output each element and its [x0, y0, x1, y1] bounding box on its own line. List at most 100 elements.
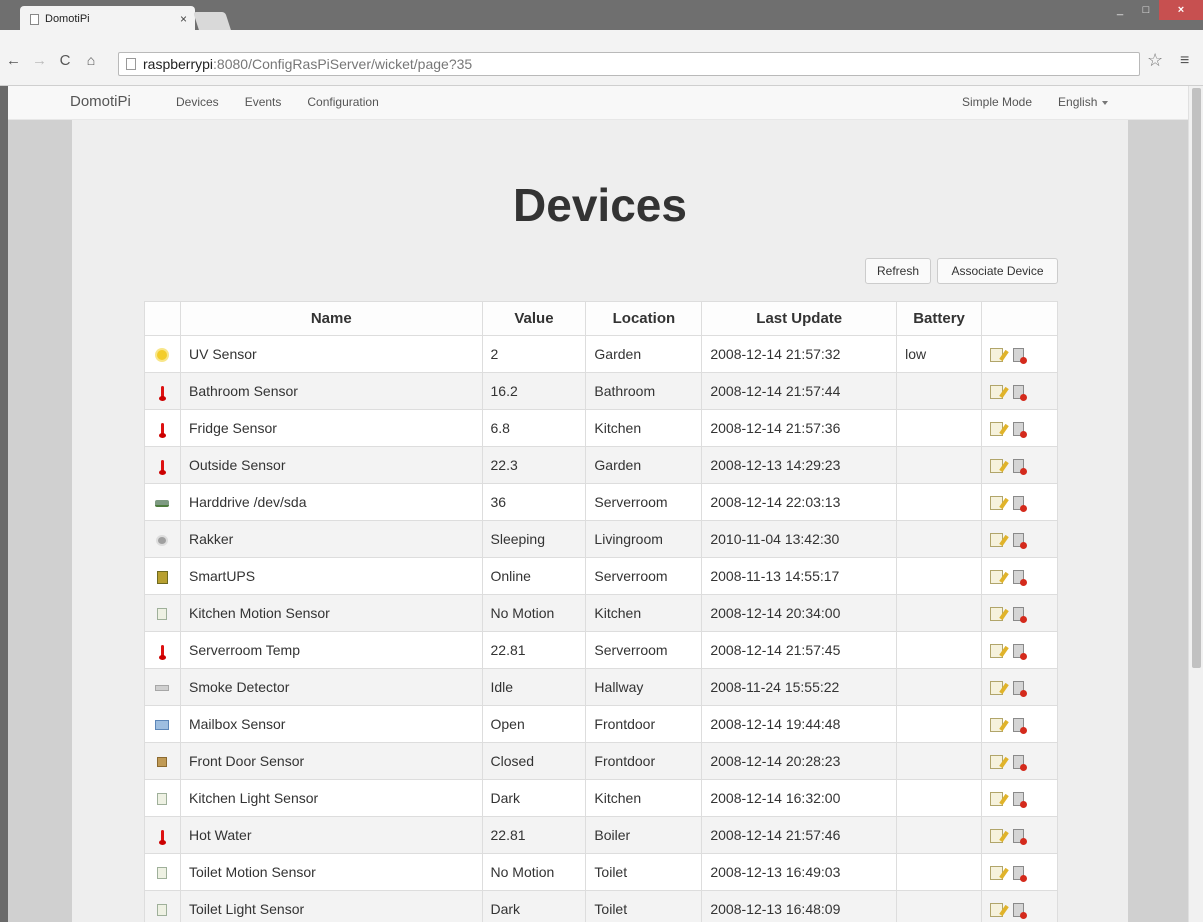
light-sensor-icon: [157, 793, 168, 806]
delete-icon[interactable]: [1013, 348, 1028, 365]
reload-icon[interactable]: C: [58, 52, 72, 69]
device-battery: [896, 668, 983, 706]
delete-icon[interactable]: [1013, 866, 1028, 883]
device-value: Sleeping: [481, 520, 587, 558]
device-last-update: 2008-12-14 22:03:13: [701, 483, 898, 521]
delete-icon[interactable]: [1013, 829, 1028, 846]
edit-icon[interactable]: [990, 496, 1004, 511]
table-row: Fridge Sensor 6.8 Kitchen 2008-12-14 21:57:…: [144, 409, 1058, 447]
delete-icon[interactable]: [1013, 792, 1028, 809]
browser-tab[interactable]: DomotiPi ×: [20, 6, 195, 32]
edit-icon[interactable]: [990, 570, 1004, 585]
device-battery: [896, 446, 983, 484]
edit-icon[interactable]: [990, 348, 1004, 363]
table-row: Toilet Light Sensor Dark Toilet 2008-12-13 …: [144, 890, 1058, 922]
bookmark-star-icon[interactable]: ☆: [1147, 50, 1163, 71]
delete-icon[interactable]: [1013, 903, 1028, 920]
edit-icon[interactable]: [990, 607, 1004, 622]
header-icon-column: [144, 301, 181, 336]
refresh-button[interactable]: Refresh: [865, 258, 931, 284]
device-battery: [896, 409, 983, 447]
device-location: Serverroom: [585, 557, 703, 595]
nav-item-devices[interactable]: Devices: [176, 95, 219, 109]
language-dropdown[interactable]: English: [1058, 95, 1109, 109]
back-arrow-icon[interactable]: ←: [6, 52, 21, 69]
device-name: Toilet Light Sensor: [179, 890, 483, 922]
device-actions: [981, 705, 1058, 743]
window-controls: _ □ ×: [1107, 0, 1203, 20]
device-battery: low: [896, 335, 983, 373]
device-type-cell: [144, 594, 181, 632]
address-bar[interactable]: raspberrypi:8080/ConfigRasPiServer/wicke…: [118, 52, 1140, 76]
edit-icon[interactable]: [990, 718, 1004, 733]
edit-icon[interactable]: [990, 681, 1004, 696]
device-actions: [981, 668, 1058, 706]
edit-icon[interactable]: [990, 866, 1004, 881]
page-icon: [126, 58, 136, 70]
main-container: Devices Refresh Associate Device Name Va…: [72, 120, 1128, 922]
delete-icon[interactable]: [1013, 718, 1028, 735]
edit-icon[interactable]: [990, 422, 1004, 437]
edit-icon[interactable]: [990, 459, 1004, 474]
associate-device-button[interactable]: Associate Device: [937, 258, 1058, 284]
nav-item-configuration[interactable]: Configuration: [307, 95, 378, 109]
device-type-cell: [144, 705, 181, 743]
delete-icon[interactable]: [1013, 422, 1028, 439]
device-last-update: 2008-12-13 16:48:09: [701, 890, 898, 922]
browser-nav: ← → C ⌂: [6, 52, 98, 69]
delete-icon[interactable]: [1013, 496, 1028, 513]
device-battery: [896, 594, 983, 632]
edit-icon[interactable]: [990, 385, 1004, 400]
device-battery: [896, 705, 983, 743]
device-type-cell: [144, 890, 181, 922]
browser-menu-icon[interactable]: ≡: [1180, 52, 1189, 70]
device-actions: [981, 816, 1058, 854]
device-actions: [981, 446, 1058, 484]
forward-arrow-icon[interactable]: →: [32, 52, 47, 69]
tab-title: DomotiPi: [45, 13, 90, 25]
delete-icon[interactable]: [1013, 533, 1028, 550]
thermometer-icon: [158, 644, 166, 660]
delete-icon[interactable]: [1013, 644, 1028, 661]
brand-link[interactable]: DomotiPi: [70, 93, 131, 110]
simple-mode-link[interactable]: Simple Mode: [962, 95, 1032, 109]
thermometer-icon: [158, 829, 166, 845]
delete-icon[interactable]: [1013, 570, 1028, 587]
delete-icon[interactable]: [1013, 755, 1028, 772]
edit-icon[interactable]: [990, 903, 1004, 918]
edit-icon[interactable]: [990, 644, 1004, 659]
vertical-scrollbar[interactable]: [1188, 86, 1203, 922]
door-icon: [157, 757, 168, 768]
device-actions: [981, 742, 1058, 780]
device-type-cell: [144, 668, 181, 706]
device-actions: [981, 483, 1058, 521]
mailbox-icon: [155, 720, 170, 731]
motion-sensor-icon: [157, 608, 168, 621]
delete-icon[interactable]: [1013, 681, 1028, 698]
tab-close-icon[interactable]: ×: [180, 12, 187, 26]
delete-icon[interactable]: [1013, 607, 1028, 624]
device-name: Rakker: [179, 520, 483, 558]
delete-icon[interactable]: [1013, 385, 1028, 402]
edit-icon[interactable]: [990, 829, 1004, 844]
device-type-cell: [144, 557, 181, 595]
delete-icon[interactable]: [1013, 459, 1028, 476]
maximize-button[interactable]: □: [1133, 0, 1159, 20]
minimize-button[interactable]: _: [1107, 0, 1133, 20]
device-value: 22.81: [481, 631, 587, 669]
table-row: Outside Sensor 22.3 Garden 2008-12-13 14:29…: [144, 446, 1058, 484]
edit-icon[interactable]: [990, 533, 1004, 548]
edit-icon[interactable]: [990, 792, 1004, 807]
home-icon[interactable]: ⌂: [84, 52, 98, 69]
thermometer-icon: [158, 385, 166, 401]
window-close-button[interactable]: ×: [1159, 0, 1203, 20]
header-location: Location: [585, 301, 703, 336]
scrollbar-thumb[interactable]: [1192, 88, 1201, 668]
device-name: Harddrive /dev/sda: [179, 483, 483, 521]
edit-icon[interactable]: [990, 755, 1004, 770]
new-tab-button[interactable]: [193, 12, 231, 30]
device-name: Fridge Sensor: [179, 409, 483, 447]
nav-item-events[interactable]: Events: [245, 95, 282, 109]
device-last-update: 2008-12-14 21:57:46: [701, 816, 898, 854]
device-actions: [981, 853, 1058, 891]
